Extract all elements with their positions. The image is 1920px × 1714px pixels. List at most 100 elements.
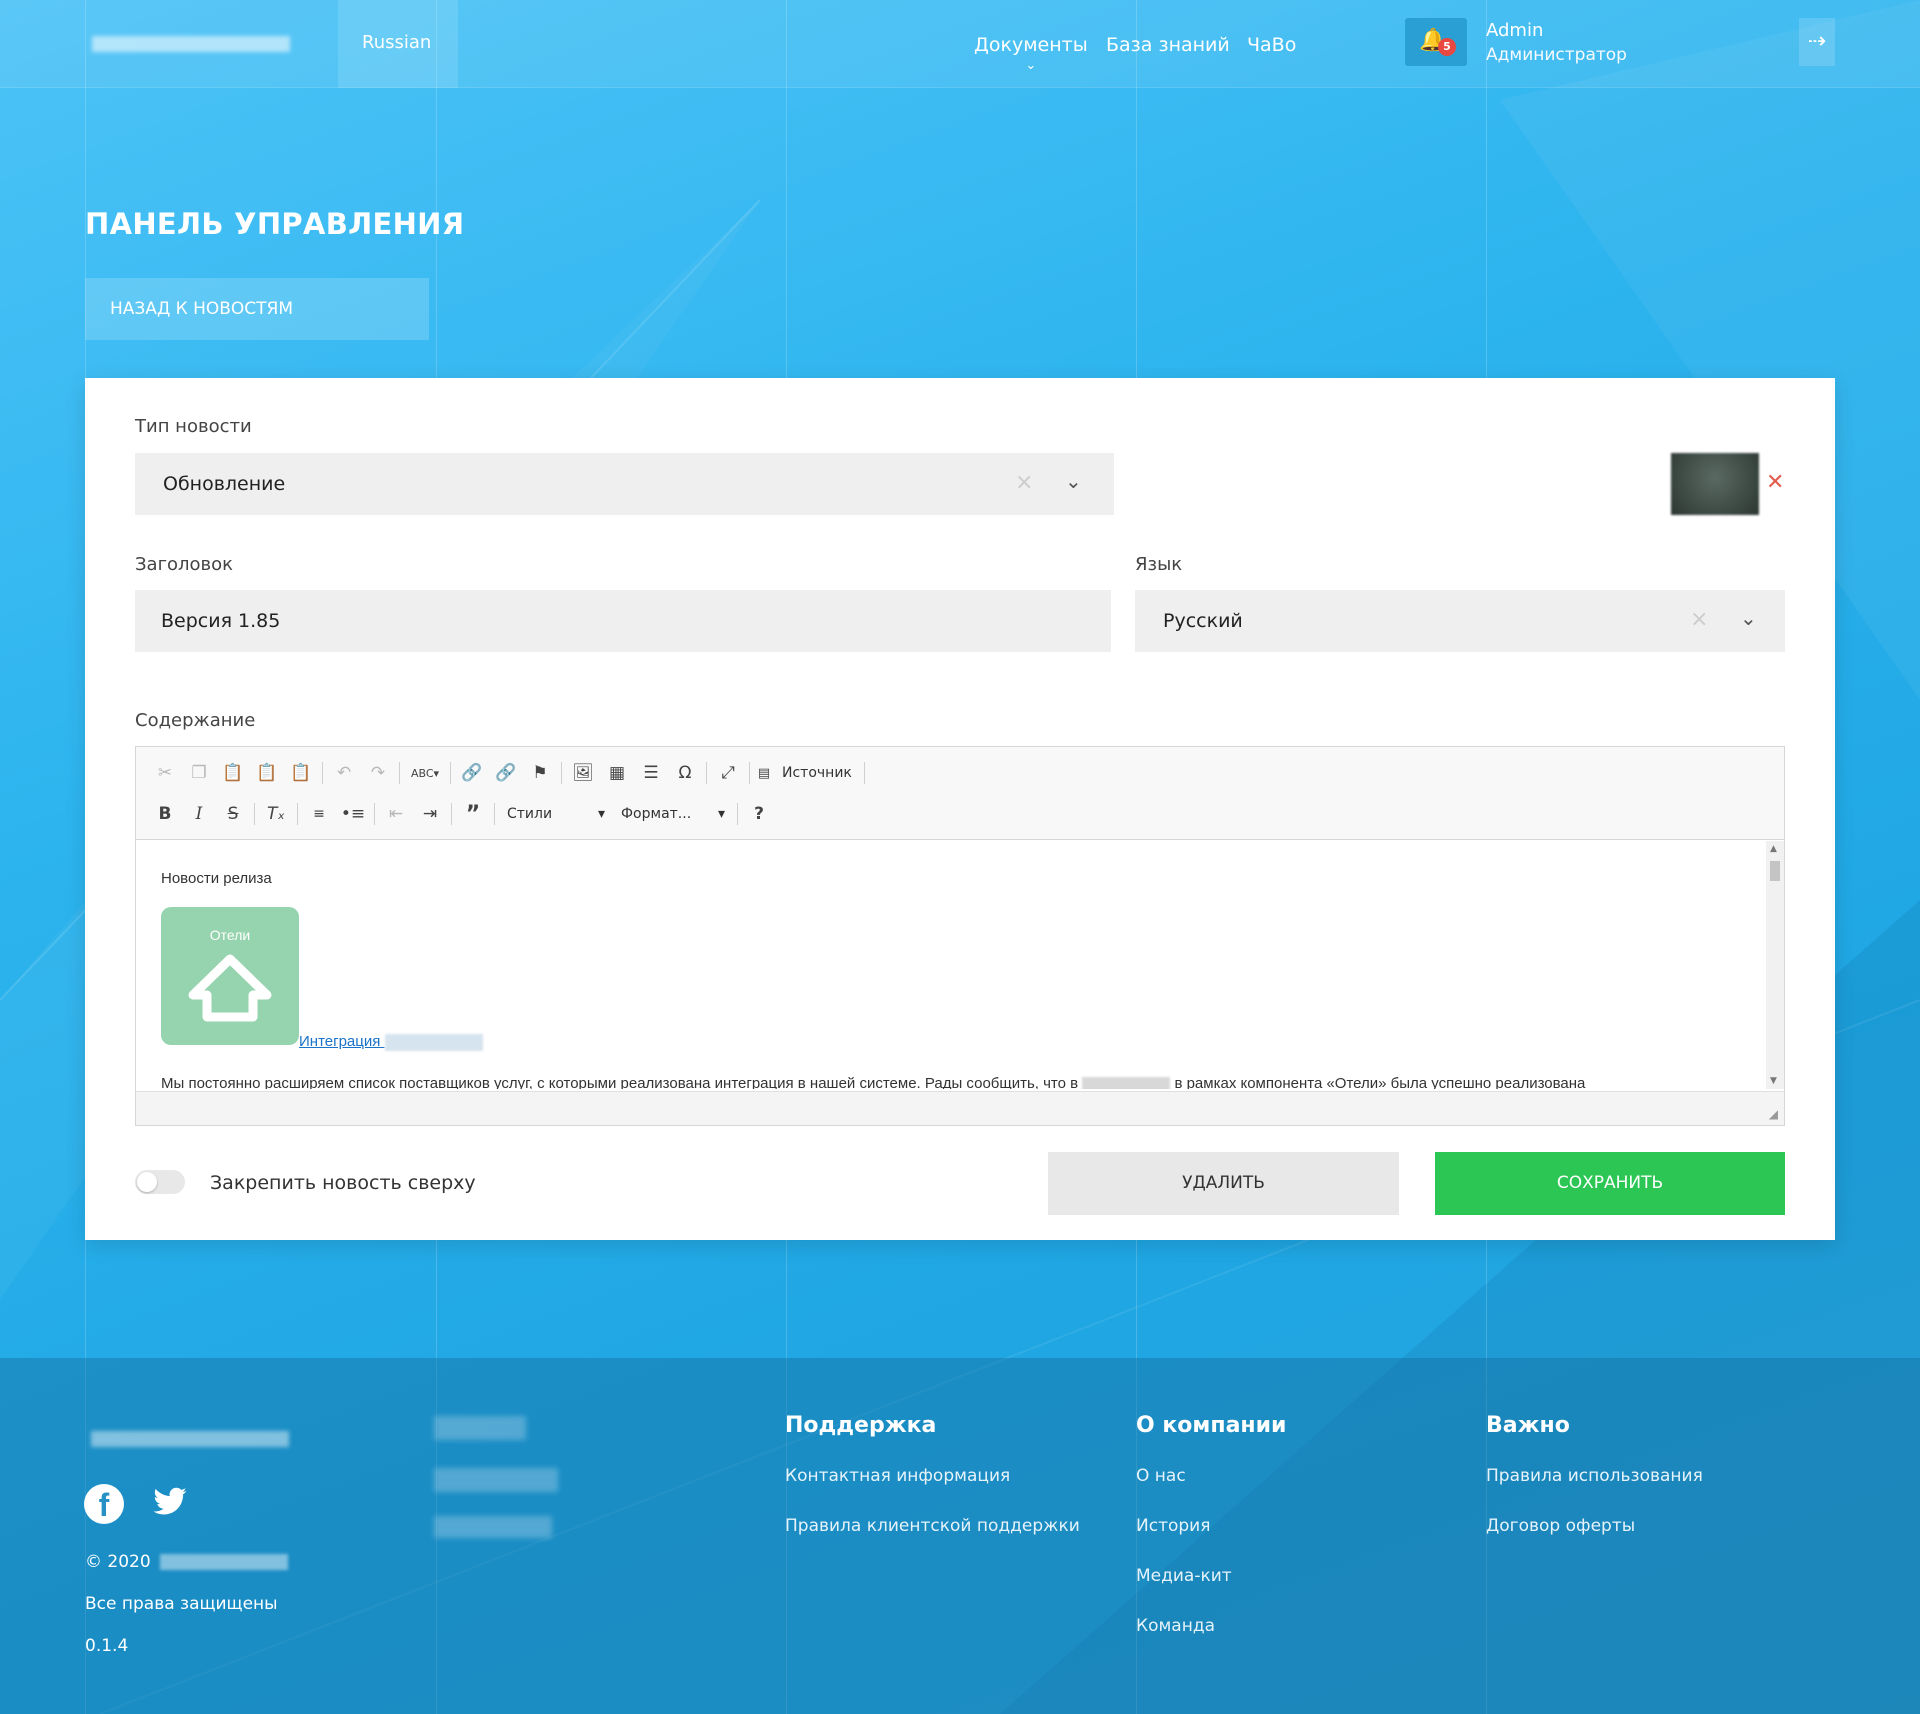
content-label: Содержание	[135, 710, 256, 731]
paragraph-end: в рамках компонента «Отели» была успешно…	[1174, 1075, 1586, 1089]
editor-scrollbar[interactable]: ▲ ▼	[1766, 841, 1784, 1089]
logo[interactable]	[92, 36, 290, 52]
resize-handle-icon[interactable]: ◢	[1769, 1107, 1778, 1121]
integration-link[interactable]: Интеграция	[299, 1033, 483, 1051]
chevron-down-icon[interactable]: ⌄	[1065, 469, 1082, 493]
footer-link-about[interactable]: О нас	[1136, 1466, 1186, 1486]
help-icon[interactable]: ?	[742, 800, 776, 828]
user-name[interactable]: Admin	[1486, 20, 1543, 41]
toolbar-separator	[706, 762, 707, 784]
footer-logo[interactable]	[91, 1431, 289, 1447]
bulleted-list-icon[interactable]: •≡	[336, 800, 370, 828]
title-input[interactable]: Версия 1.85	[135, 590, 1111, 652]
pin-label: Закрепить новость сверху	[210, 1172, 476, 1194]
copyright: © 2020	[85, 1552, 289, 1572]
title-value: Версия 1.85	[161, 610, 281, 632]
toolbar-separator	[451, 803, 452, 825]
blockquote-icon[interactable]: ”	[456, 800, 490, 828]
special-char-icon[interactable]: Ω	[668, 759, 702, 787]
redacted-link[interactable]	[434, 1516, 552, 1538]
image-icon[interactable]: 🖼	[566, 759, 600, 787]
outdent-icon[interactable]: ⇤	[379, 800, 413, 828]
twitter-bird	[153, 1487, 187, 1515]
footer-link-offer[interactable]: Договор оферты	[1486, 1516, 1635, 1536]
footer-link-support-rules[interactable]: Правила клиентской поддержки	[785, 1516, 1080, 1536]
toolbar-separator	[322, 762, 323, 784]
notifications-button[interactable]: 🔔 5	[1405, 18, 1467, 66]
paste-icon[interactable]: 📋	[216, 759, 250, 787]
cut-icon[interactable]: ✂	[148, 759, 182, 787]
footer-support-title: Поддержка	[785, 1413, 937, 1438]
redacted-link[interactable]	[434, 1416, 526, 1440]
editor-toolbar: ✂ ❐ 📋 📋 📋 ↶ ↷ ABC▾ 🔗 🔗 ⚑ 🖼 ▦ ☰ Ω ⤢ ▤ Ист…	[136, 747, 1784, 840]
chevron-down-icon[interactable]: ⌄	[1740, 606, 1757, 630]
nav-faq[interactable]: ЧаВо	[1247, 34, 1296, 56]
language-switcher[interactable]: Russian	[338, 0, 458, 88]
scroll-thumb[interactable]	[1770, 861, 1780, 881]
title-label: Заголовок	[135, 554, 234, 575]
pin-toggle[interactable]	[135, 1170, 185, 1194]
save-button[interactable]: СОХРАНИТЬ	[1435, 1152, 1785, 1215]
redacted-text	[384, 1033, 483, 1051]
spellcheck-icon[interactable]: ABC▾	[404, 759, 446, 787]
scroll-down-icon[interactable]: ▼	[1770, 1076, 1777, 1086]
page-title: ПАНЕЛЬ УПРАВЛЕНИЯ	[85, 207, 465, 241]
toolbar-separator	[863, 762, 865, 784]
strikethrough-icon[interactable]: S	[216, 800, 250, 828]
footer-company-title: О компании	[1136, 1413, 1287, 1438]
news-type-value: Обновление	[163, 473, 286, 495]
unlink-icon[interactable]: 🔗	[489, 759, 523, 787]
nav-documents[interactable]: Документы ⌄	[974, 34, 1088, 73]
footer-link-contacts[interactable]: Контактная информация	[785, 1466, 1010, 1486]
copy-icon[interactable]: ❐	[182, 759, 216, 787]
redacted-link[interactable]	[434, 1468, 558, 1492]
italic-icon[interactable]: I	[182, 800, 216, 828]
footer-link-team[interactable]: Команда	[1136, 1616, 1215, 1636]
editor-content[interactable]: Новости релиза Отели Интеграция Мы посто…	[136, 841, 1766, 1089]
indent-icon[interactable]: ⇥	[413, 800, 447, 828]
redo-icon[interactable]: ↷	[361, 759, 395, 787]
chevron-down-icon: ⌄	[1025, 58, 1037, 73]
toolbar-row-1: ✂ ❐ 📋 📋 📋 ↶ ↷ ABC▾ 🔗 🔗 ⚑ 🖼 ▦ ☰ Ω ⤢ ▤ Ист…	[148, 759, 869, 787]
language-value: Русский	[1163, 610, 1243, 632]
language-select[interactable]: Русский × ⌄	[1135, 590, 1785, 652]
remove-image-icon[interactable]: ✕	[1766, 470, 1784, 495]
integration-link-text: Интеграция	[299, 1033, 381, 1050]
clear-icon[interactable]: ×	[1015, 470, 1033, 495]
nav-knowledge-base[interactable]: База знаний	[1106, 34, 1230, 56]
exit-button[interactable]: ⇢	[1799, 18, 1835, 66]
notification-badge: 5	[1438, 38, 1456, 56]
footer-link-terms[interactable]: Правила использования	[1486, 1466, 1703, 1486]
footer-link-media-kit[interactable]: Медиа-кит	[1136, 1566, 1232, 1586]
paste-text-icon[interactable]: 📋	[250, 759, 284, 787]
anchor-flag-icon[interactable]: ⚑	[523, 759, 557, 787]
horizontal-line-icon[interactable]: ☰	[634, 759, 668, 787]
caret-down-icon: ▾	[597, 806, 605, 822]
footer-link-history[interactable]: История	[1136, 1516, 1210, 1536]
link-icon[interactable]: 🔗	[455, 759, 489, 787]
delete-button[interactable]: УДАЛИТЬ	[1048, 1152, 1399, 1215]
source-button[interactable]: Источник	[774, 765, 860, 781]
bold-icon[interactable]: B	[148, 800, 182, 828]
news-type-select[interactable]: Обновление × ⌄	[135, 453, 1114, 515]
top-header: Russian Документы ⌄ База знаний ЧаВо 🔔 5…	[0, 0, 1920, 88]
maximize-icon[interactable]: ⤢	[711, 759, 745, 787]
house-icon	[188, 954, 272, 1022]
toolbar-separator	[450, 762, 451, 784]
news-image-thumbnail[interactable]	[1671, 453, 1759, 515]
table-icon[interactable]: ▦	[600, 759, 634, 787]
styles-dropdown[interactable]: Стили ▾	[499, 806, 613, 822]
format-dropdown[interactable]: Формат... ▾	[613, 806, 733, 822]
scroll-up-icon[interactable]: ▲	[1770, 844, 1777, 854]
paste-word-icon[interactable]: 📋	[284, 759, 318, 787]
back-to-news-button[interactable]: НАЗАД К НОВОСТЯМ	[85, 278, 429, 340]
undo-icon[interactable]: ↶	[327, 759, 361, 787]
facebook-icon[interactable]: f	[84, 1484, 124, 1524]
remove-format-icon[interactable]: Tₓ	[259, 800, 293, 828]
caret-down-icon: ▾	[717, 806, 725, 822]
clear-icon[interactable]: ×	[1690, 607, 1708, 632]
numbered-list-icon[interactable]: ≡	[302, 800, 336, 828]
redacted-text	[160, 1554, 289, 1570]
twitter-icon[interactable]	[150, 1484, 190, 1524]
hotels-image[interactable]: Отели	[161, 907, 299, 1045]
